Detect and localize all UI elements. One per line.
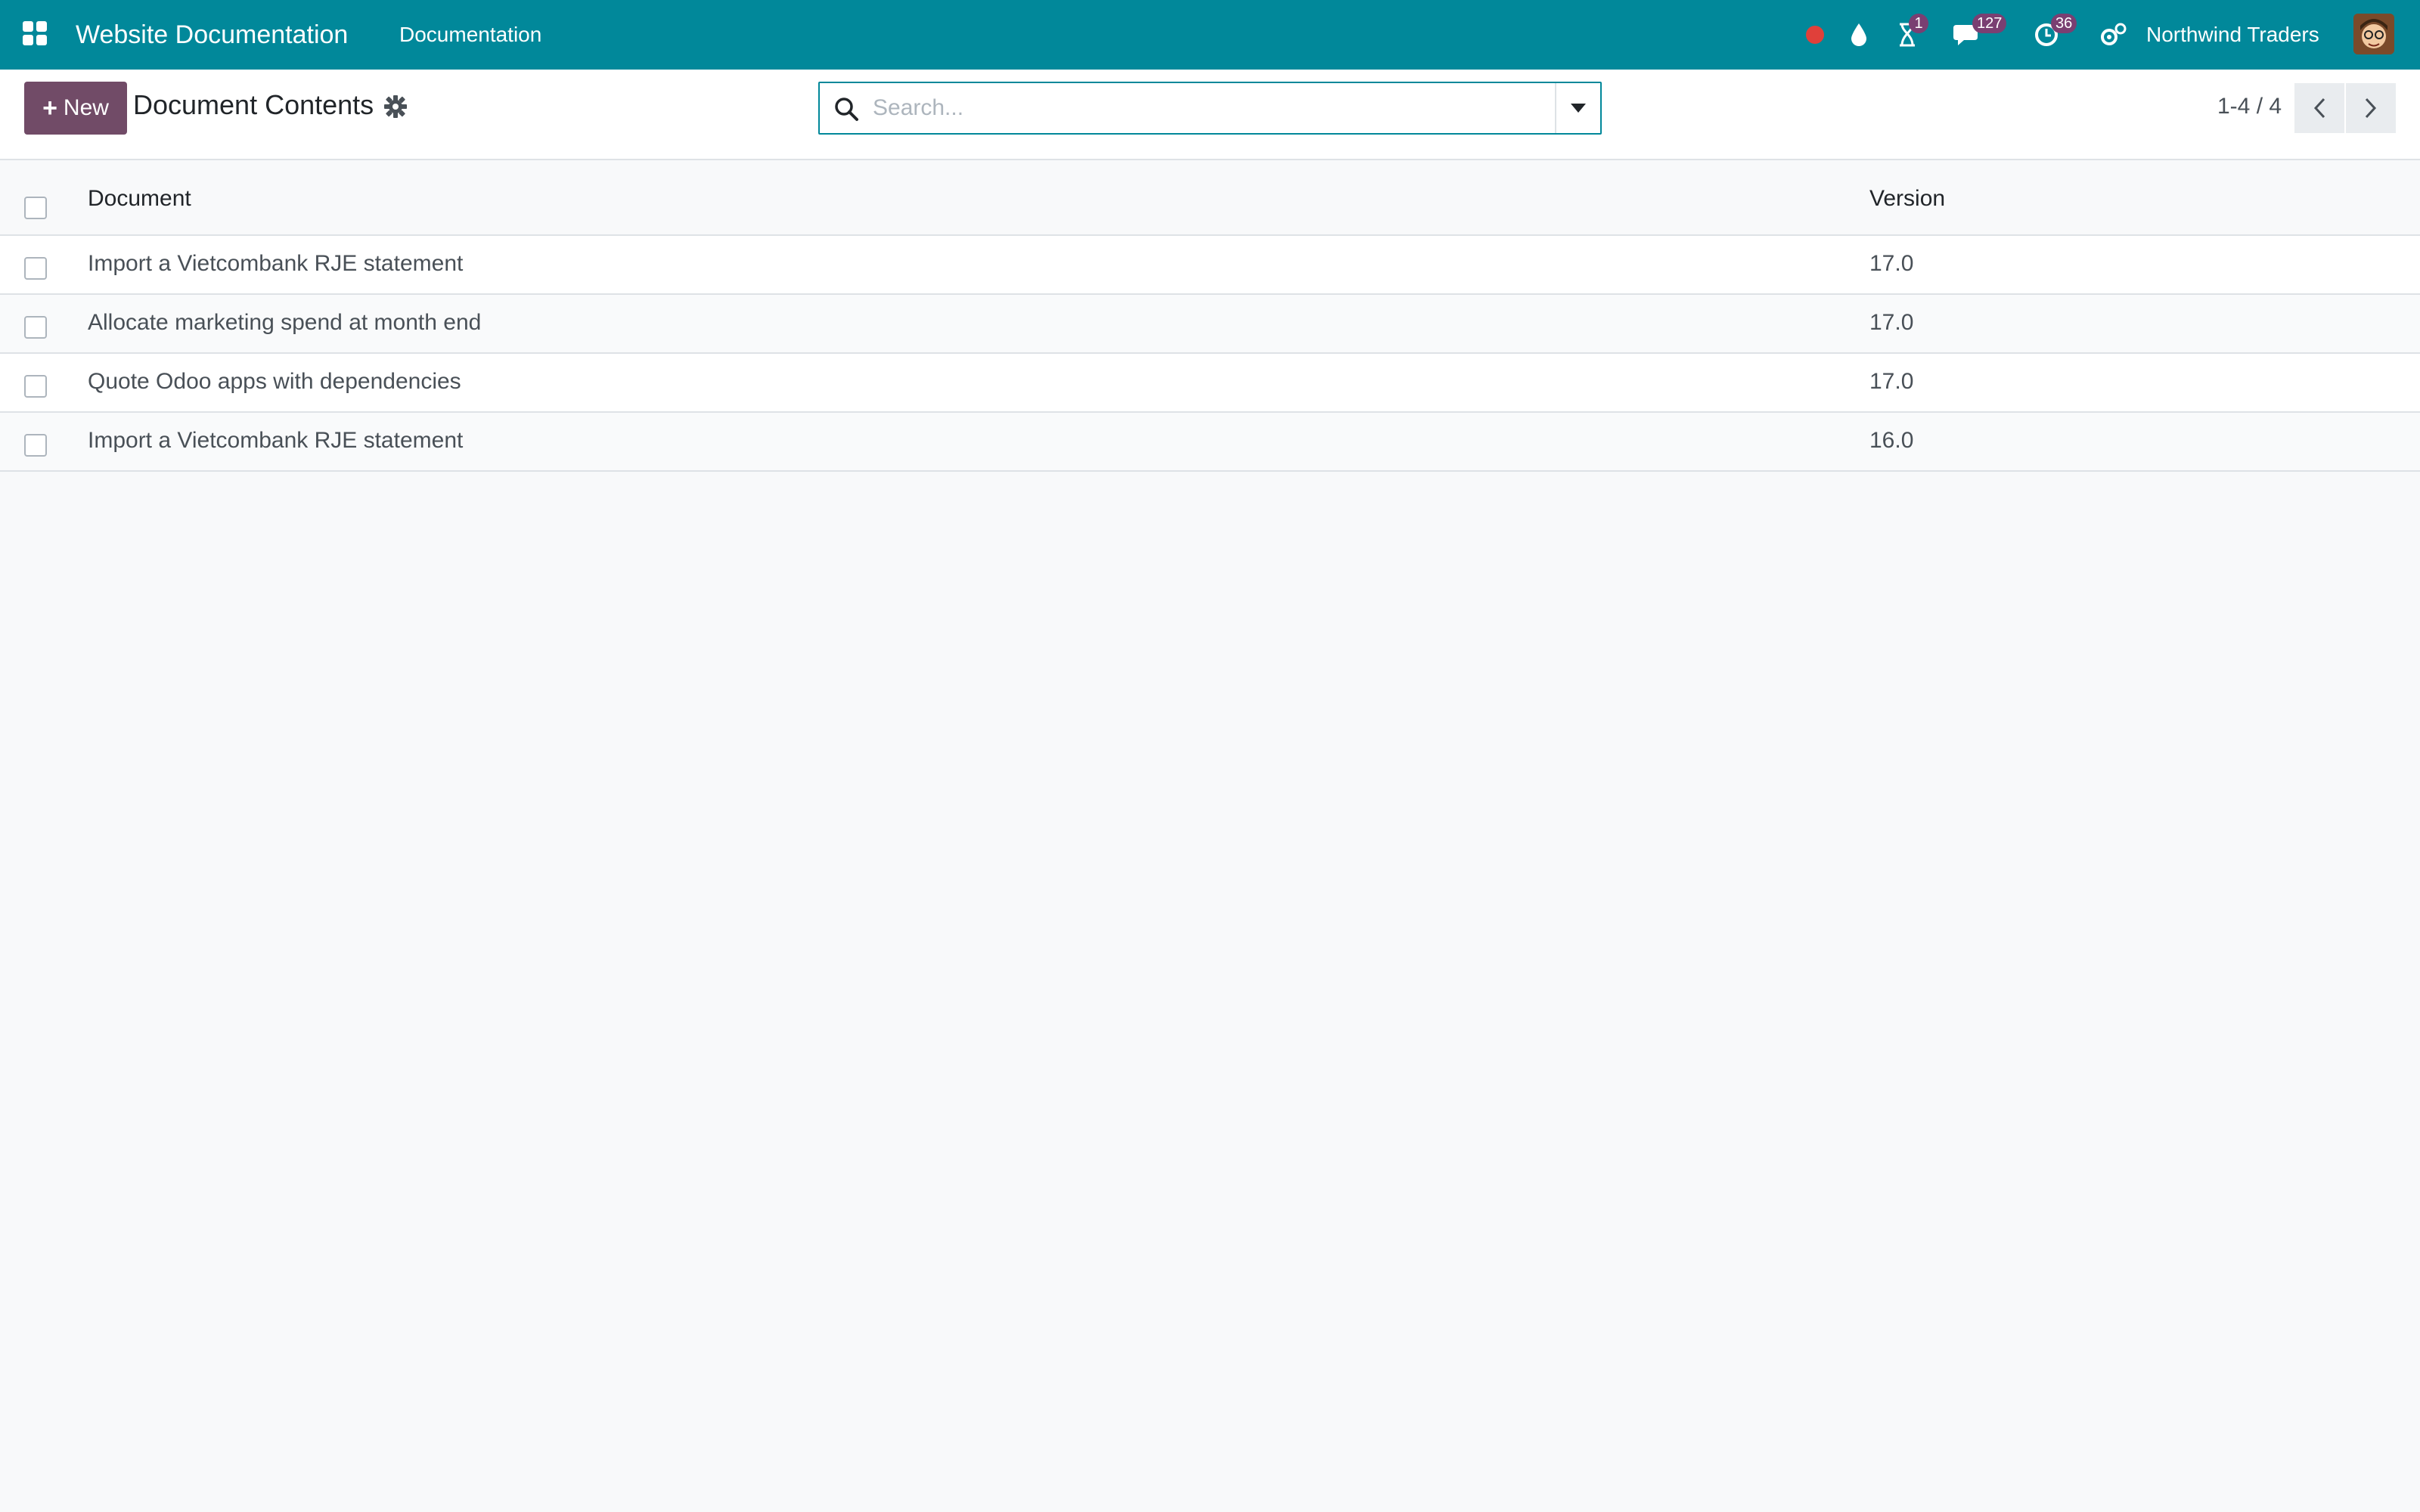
settings-gears-icon[interactable] [2096,18,2130,51]
cell-document[interactable]: Allocate marketing spend at month end [88,310,481,336]
table-row[interactable]: Quote Odoo apps with dependencies 17.0 [0,354,2420,413]
apps-grid-icon[interactable] [21,20,48,47]
caret-down-icon [1571,104,1586,113]
list-table: Document Version Import a Vietcombank RJ… [0,160,2420,472]
messages-chat-icon[interactable]: 127 [1951,14,2007,51]
search-icon [835,98,858,121]
row-checkbox[interactable] [24,316,47,339]
cell-version[interactable]: 17.0 [1869,251,1913,277]
top-navbar: Website Documentation Documentation 1 12… [0,0,2420,70]
activity-hourglass-icon[interactable]: 1 [1891,14,1928,51]
search-input[interactable] [873,83,1538,133]
debug-drop-icon[interactable] [1842,18,1876,51]
user-avatar[interactable] [2353,14,2394,54]
new-button[interactable]: + New [24,82,127,135]
messages-badge: 127 [1972,14,2007,33]
gear-icon[interactable] [383,94,408,119]
menu-documentation[interactable]: Documentation [399,0,541,70]
company-name[interactable]: Northwind Traders [2146,0,2319,70]
table-row[interactable]: Allocate marketing spend at month end 17… [0,295,2420,354]
column-header-document[interactable]: Document [88,186,191,212]
select-all-checkbox[interactable] [24,197,47,219]
control-panel: + New Document Contents 1-4 / 4 [0,70,2420,160]
cell-version[interactable]: 17.0 [1869,369,1913,395]
cell-document[interactable]: Import a Vietcombank RJE statement [88,251,463,277]
search-bar [818,82,1602,135]
cell-document[interactable]: Import a Vietcombank RJE statement [88,428,463,454]
row-checkbox[interactable] [24,257,47,280]
cell-version[interactable]: 16.0 [1869,428,1913,454]
recording-icon[interactable] [1798,18,1832,51]
app-title[interactable]: Website Documentation [76,0,348,70]
search-options-toggle[interactable] [1555,83,1600,133]
clock-icon[interactable]: 36 [2030,14,2077,51]
pager-next-button[interactable] [2346,83,2396,133]
breadcrumb-title: Document Contents [133,89,374,120]
new-button-label: New [63,95,109,120]
chevron-right-icon [2365,98,2377,119]
pager-value[interactable]: 1-4 / 4 [2217,94,2282,119]
column-header-version[interactable]: Version [1869,186,1945,212]
clock-badge: 36 [2051,14,2077,33]
activity-badge: 1 [1909,14,1928,33]
table-header: Document Version [0,160,2420,236]
cell-document[interactable]: Quote Odoo apps with dependencies [88,369,461,395]
table-row[interactable]: Import a Vietcombank RJE statement 16.0 [0,413,2420,472]
chevron-left-icon [2313,98,2325,119]
table-row[interactable]: Import a Vietcombank RJE statement 17.0 [0,236,2420,295]
pager-previous-button[interactable] [2294,83,2344,133]
row-checkbox[interactable] [24,434,47,457]
plus-icon: + [42,93,57,122]
cell-version[interactable]: 17.0 [1869,310,1913,336]
row-checkbox[interactable] [24,375,47,398]
